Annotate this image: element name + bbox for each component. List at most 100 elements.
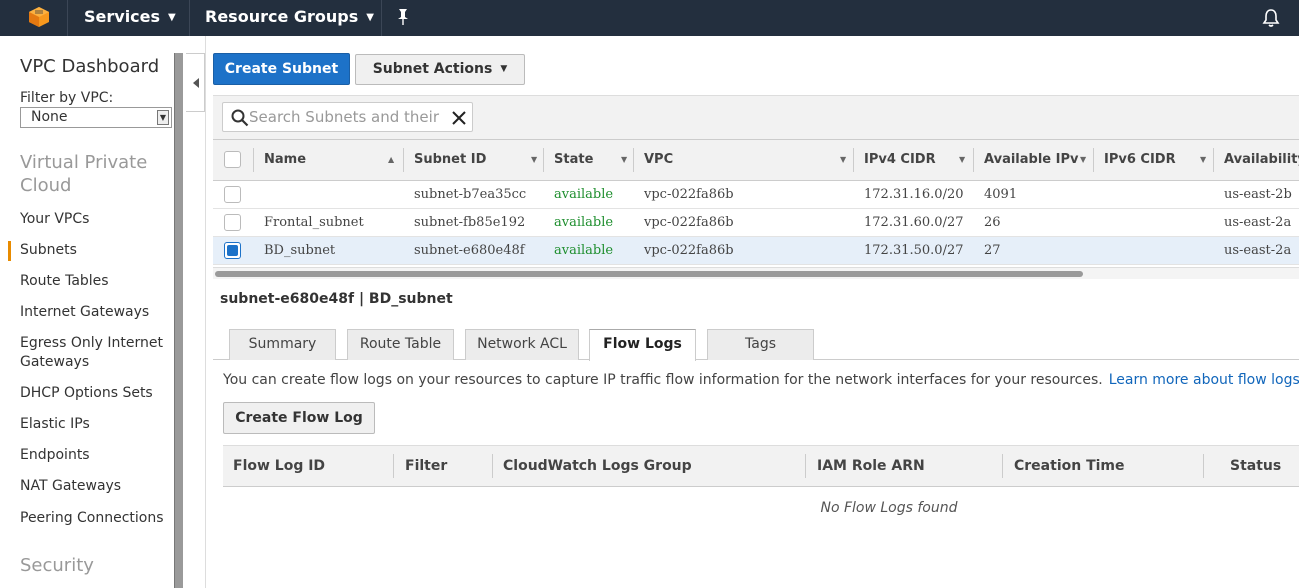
sidebar-item-internet-gateways[interactable]: Internet Gateways xyxy=(20,303,149,322)
sidebar-scrollbar[interactable] xyxy=(174,53,183,588)
table-row-selected[interactable]: BD_subnet subnet-e680e48f available vpc-… xyxy=(213,237,1299,265)
subnet-actions-button[interactable]: Subnet Actions ▼ xyxy=(355,54,525,85)
nav-separator xyxy=(381,0,382,36)
flow-logs-info: You can create flow logs on your resourc… xyxy=(223,372,1299,388)
resource-groups-label: Resource Groups xyxy=(205,7,359,26)
cell-ipv4-cidr: 172.31.16.0/20 xyxy=(864,187,964,202)
column-header-name[interactable]: Name ▲ xyxy=(254,140,402,180)
sidebar-item-route-tables[interactable]: Route Tables xyxy=(20,272,109,291)
sidebar-item-subnets[interactable]: Subnets xyxy=(20,241,77,260)
sidebar-item-dhcp-options-sets[interactable]: DHCP Options Sets xyxy=(20,384,153,403)
scrollbar-thumb[interactable] xyxy=(215,271,1083,277)
column-header-ipv4-cidr[interactable]: IPv4 CIDR ▼ xyxy=(854,140,973,180)
sidebar: VPC Dashboard Filter by VPC: None ▼ Virt… xyxy=(0,36,185,588)
tab-tags[interactable]: Tags xyxy=(707,329,814,360)
column-header-ipv6-cidr[interactable]: IPv6 CIDR ▼ xyxy=(1094,140,1213,180)
cell-name: Frontal_subnet xyxy=(264,215,364,230)
sidebar-item-peering-connections[interactable]: Peering Connections xyxy=(20,509,164,528)
chevron-down-icon: ▼ xyxy=(168,12,176,23)
sort-ascending-icon: ▲ xyxy=(388,155,395,164)
chevron-down-icon: ▼ xyxy=(500,64,508,74)
clear-search-icon[interactable] xyxy=(451,110,467,126)
row-checkbox-checked[interactable] xyxy=(224,242,241,259)
main-divider xyxy=(205,36,206,588)
bell-icon[interactable] xyxy=(1261,8,1281,28)
column-separator xyxy=(492,454,493,478)
cell-available-ipv4: 4091 xyxy=(984,187,1018,202)
no-flow-logs-message: No Flow Logs found xyxy=(820,500,958,516)
sidebar-item-nat-gateways[interactable]: NAT Gateways xyxy=(20,477,121,496)
column-header-available-ipv4[interactable]: Available IPv ▼ xyxy=(974,140,1093,180)
sort-icon: ▼ xyxy=(1200,155,1207,164)
filter-select-value: None xyxy=(31,109,68,125)
flow-logs-table-header: Flow Log ID Filter CloudWatch Logs Group… xyxy=(223,445,1299,487)
column-header-filter[interactable]: Filter xyxy=(405,446,447,486)
chevron-down-icon: ▼ xyxy=(366,12,374,23)
table-row[interactable]: Frontal_subnet subnet-fb85e192 available… xyxy=(213,209,1299,237)
table-row[interactable]: subnet-b7ea35cc available vpc-022fa86b 1… xyxy=(213,181,1299,209)
column-separator xyxy=(393,454,394,478)
pin-icon[interactable] xyxy=(395,8,411,26)
row-checkbox[interactable] xyxy=(224,214,241,231)
vpc-dashboard-link[interactable]: VPC Dashboard xyxy=(20,56,159,77)
column-header-cloudwatch-logs-group[interactable]: CloudWatch Logs Group xyxy=(503,446,692,486)
select-all-checkbox[interactable] xyxy=(224,151,241,168)
column-header-label: Available IPv xyxy=(984,152,1079,167)
nav-separator xyxy=(189,0,190,36)
table-horizontal-scrollbar[interactable] xyxy=(213,267,1299,279)
cell-vpc: vpc-022fa86b xyxy=(644,215,734,230)
sidebar-item-your-vpcs[interactable]: Your VPCs xyxy=(20,210,89,229)
cell-state: available xyxy=(554,215,614,230)
sort-icon: ▼ xyxy=(1080,155,1087,164)
cell-vpc: vpc-022fa86b xyxy=(644,243,734,258)
sidebar-item-endpoints[interactable]: Endpoints xyxy=(20,446,90,465)
flow-logs-empty-area: No Flow Logs found xyxy=(223,487,1299,527)
column-header-status[interactable]: Status xyxy=(1230,446,1281,486)
column-header-flow-log-id[interactable]: Flow Log ID xyxy=(233,446,325,486)
sidebar-item-egress-only-internet-gateways[interactable]: Egress Only Internet Gateways xyxy=(20,334,170,372)
search-input[interactable] xyxy=(249,106,445,128)
column-header-state[interactable]: State ▼ xyxy=(544,140,633,180)
column-header-creation-time[interactable]: Creation Time xyxy=(1014,446,1125,486)
column-header-iam-role-arn[interactable]: IAM Role ARN xyxy=(817,446,925,486)
cell-subnet-id: subnet-fb85e192 xyxy=(414,215,526,230)
cell-availability-zone: us-east-2b xyxy=(1224,187,1292,202)
cell-available-ipv4: 27 xyxy=(984,243,1001,258)
cell-subnet-id: subnet-e680e48f xyxy=(414,243,525,258)
cell-availability-zone: us-east-2a xyxy=(1224,215,1292,230)
cell-vpc: vpc-022fa86b xyxy=(644,187,734,202)
search-box[interactable] xyxy=(222,102,473,132)
column-separator xyxy=(805,454,806,478)
section-virtual-private-cloud: Virtual Private Cloud xyxy=(20,152,148,196)
cell-name: BD_subnet xyxy=(264,243,336,258)
filter-by-vpc-select[interactable]: None ▼ xyxy=(20,107,172,128)
cell-subnet-id: subnet-b7ea35cc xyxy=(414,187,527,202)
column-header-vpc[interactable]: VPC ▼ xyxy=(634,140,853,180)
cell-ipv4-cidr: 172.31.50.0/27 xyxy=(864,243,964,258)
row-checkbox[interactable] xyxy=(224,186,241,203)
column-header-label: VPC xyxy=(644,152,674,167)
search-icon xyxy=(231,109,249,127)
active-item-marker xyxy=(8,241,11,261)
tab-flow-logs[interactable]: Flow Logs xyxy=(589,329,696,361)
learn-more-link[interactable]: Learn more about flow logs. xyxy=(1109,372,1299,388)
tab-network-acl[interactable]: Network ACL xyxy=(465,329,579,360)
dropdown-arrow-icon: ▼ xyxy=(157,110,169,125)
column-header-label: IPv4 CIDR xyxy=(864,152,936,167)
sidebar-item-elastic-ips[interactable]: Elastic IPs xyxy=(20,415,90,434)
column-header-availability-zone[interactable]: Availability xyxy=(1214,140,1299,180)
subnets-table-header: Name ▲ Subnet ID ▼ State ▼ VPC ▼ IPv4 CI… xyxy=(213,139,1299,181)
column-header-label: Availability xyxy=(1224,152,1299,167)
cell-available-ipv4: 26 xyxy=(984,215,1001,230)
services-menu[interactable]: Services ▼ xyxy=(84,0,176,36)
chevron-left-icon xyxy=(193,78,199,88)
tab-summary[interactable]: Summary xyxy=(229,329,336,360)
resource-groups-menu[interactable]: Resource Groups ▼ xyxy=(205,0,374,36)
create-subnet-button[interactable]: Create Subnet xyxy=(213,53,350,85)
column-header-subnet-id[interactable]: Subnet ID ▼ xyxy=(404,140,543,180)
create-flow-log-button[interactable]: Create Flow Log xyxy=(223,402,375,434)
aws-cube-logo-icon[interactable] xyxy=(28,6,50,28)
cell-state: available xyxy=(554,187,614,202)
collapse-sidebar-button[interactable] xyxy=(186,53,205,112)
tab-route-table[interactable]: Route Table xyxy=(347,329,454,360)
